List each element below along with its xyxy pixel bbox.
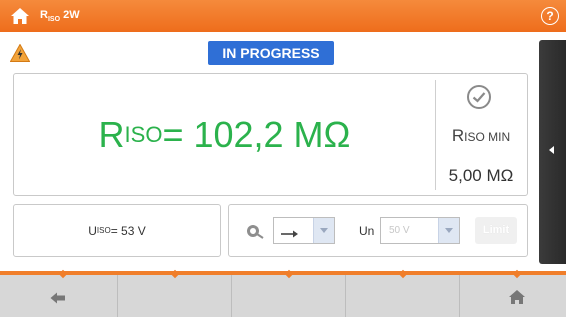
un-voltage-value: 50 V [389,225,410,236]
settings-panel: Un 50 V Limit [228,204,528,257]
side-panel-toggle[interactable] [539,40,566,264]
arrow-left-icon [50,291,66,304]
dropdown-button[interactable] [313,218,334,243]
rmin-subscript: ISO MIN [464,130,511,144]
back-button[interactable] [0,275,118,317]
uiso-symbol: U [88,223,97,238]
result-symbol: R [98,113,125,155]
chevron-down-icon [320,228,328,233]
chevron-left-icon [549,146,554,154]
bottom-slot-4[interactable] [346,275,460,317]
title-mode: 2W [60,9,80,21]
top-bar: RISO 2W ? [0,0,566,32]
status-badge: IN PROGRESS [208,41,334,65]
un-voltage-select[interactable]: 50 V [380,217,460,244]
rmin-symbol: R [451,126,465,145]
title-subscript: ISO [47,16,61,24]
home-icon[interactable] [10,6,30,26]
check-circle-icon [466,84,492,110]
main-result: R ISO = 102,2 MΩ [14,74,435,195]
uiso-value: = 53 V [110,223,146,238]
probe-icon [246,223,264,239]
bottom-slot-3[interactable] [232,275,346,317]
result-subscript: ISO [124,121,163,147]
result-value: = 102,2 MΩ [162,113,351,155]
bottom-slot-2[interactable] [118,275,232,317]
direction-select[interactable] [273,217,335,244]
title-symbol: R [40,9,48,21]
limit-button[interactable]: Limit [475,217,517,244]
rmin-label: RISO MIN [435,126,527,146]
arrow-right-icon [280,226,300,238]
bottom-bar [0,269,566,317]
help-button[interactable]: ? [541,7,559,25]
home-icon [508,289,526,305]
chevron-down-icon [445,228,453,233]
screen-title: RISO 2W [40,9,80,23]
un-label: Un [359,224,375,238]
dropdown-button[interactable] [438,218,459,243]
uiso-subscript: ISO [96,226,111,235]
lightning-warning-icon [9,43,31,62]
home-button[interactable] [460,275,566,317]
result-panel: R ISO = 102,2 MΩ RISO MIN 5,00 MΩ [13,73,528,196]
uiso-readout: U ISO = 53 V [13,204,221,257]
rmin-value: 5,00 MΩ [448,166,514,185]
